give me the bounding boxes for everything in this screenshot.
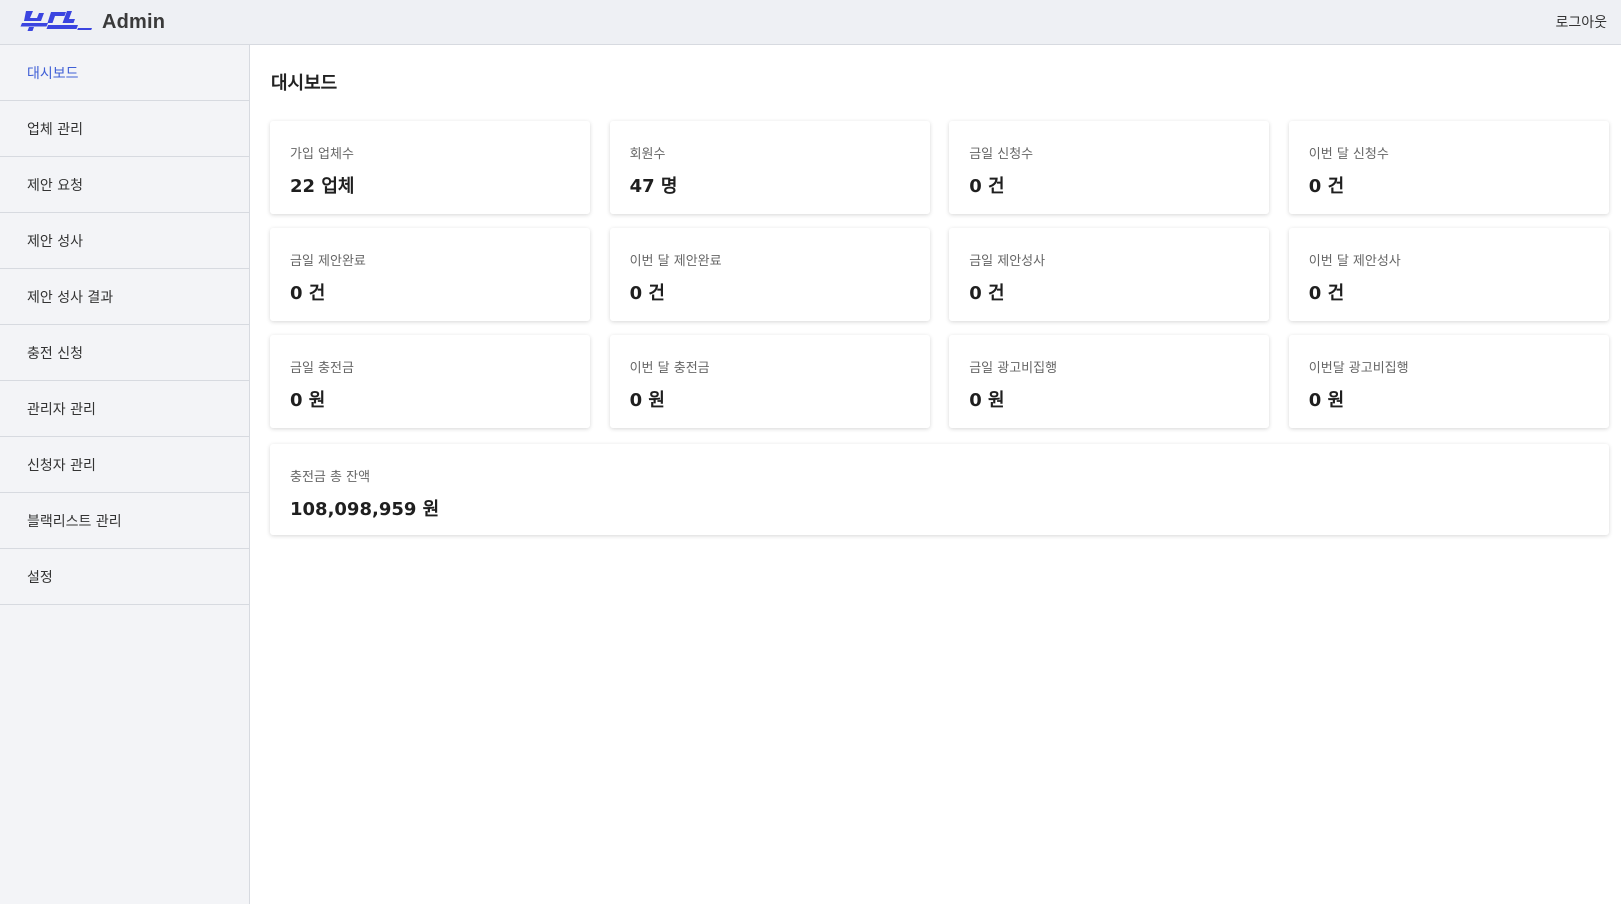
stat-value: 22 업체 bbox=[290, 176, 355, 197]
stat-label: 가입 업체수 bbox=[290, 147, 354, 162]
stat-label: 금일 제안성사 bbox=[969, 254, 1046, 269]
sidebar-item-company-management[interactable]: 업체 관리 bbox=[0, 101, 249, 157]
stat-card: 이번 달 충전금 0 원 bbox=[609, 335, 930, 428]
stat-value: 0 건 bbox=[1308, 283, 1345, 304]
stat-label: 회원수 bbox=[629, 147, 666, 162]
stat-value: 0 원 bbox=[629, 390, 665, 411]
sidebar-item-blacklist-management[interactable]: 블랙리스트 관리 bbox=[0, 493, 249, 549]
sidebar: 대시보드 업체 관리 제안 요청 제안 성사 제안 성사 결과 충전 신청 관리… bbox=[0, 45, 250, 904]
stat-value: 0 건 bbox=[969, 283, 1005, 304]
app-title: Admin bbox=[102, 10, 166, 33]
stat-label: 이번 달 제안성사 bbox=[1308, 254, 1401, 269]
stat-value: 108,098,959 원 bbox=[290, 499, 440, 520]
page-title: 대시보드 bbox=[271, 73, 338, 94]
stat-label: 이번 달 충전금 bbox=[629, 361, 710, 376]
stat-value: 0 건 bbox=[1308, 176, 1345, 197]
stat-value: 0 건 bbox=[969, 176, 1005, 197]
stat-card: 회원수 47 명 bbox=[609, 121, 930, 214]
stat-label: 금일 신청수 bbox=[969, 147, 1034, 162]
stat-card: 금일 충전금 0 원 bbox=[270, 335, 590, 428]
stat-label: 금일 충전금 bbox=[290, 361, 354, 376]
sidebar-item-applicant-management[interactable]: 신청자 관리 bbox=[0, 437, 249, 493]
logout-link[interactable]: 로그아웃 bbox=[1555, 12, 1607, 32]
sidebar-item-admin-management[interactable]: 관리자 관리 bbox=[0, 381, 249, 437]
stat-value: 0 원 bbox=[969, 390, 1005, 411]
stat-card: 금일 제안완료 0 건 bbox=[270, 228, 590, 321]
stats-grid: 가입 업체수 22 업체 회원수 47 명 금일 신청수 0 건 이번 달 신청… bbox=[270, 121, 1609, 535]
stat-label: 충전금 총 잔액 bbox=[290, 470, 371, 485]
stat-card: 이번 달 신청수 0 건 bbox=[1288, 121, 1609, 214]
sidebar-item-proposal-success[interactable]: 제안 성사 bbox=[0, 213, 249, 269]
top-header: Admin 로그아웃 bbox=[0, 0, 1621, 45]
stat-card: 가입 업체수 22 업체 bbox=[270, 121, 590, 214]
sidebar-item-dashboard[interactable]: 대시보드 bbox=[0, 45, 249, 101]
logo-icon bbox=[20, 11, 92, 31]
stat-label: 금일 제안완료 bbox=[290, 254, 366, 269]
stat-card: 금일 광고비집행 0 원 bbox=[949, 335, 1270, 428]
stat-card: 금일 신청수 0 건 bbox=[949, 121, 1270, 214]
stat-card: 이번달 광고비집행 0 원 bbox=[1288, 335, 1609, 428]
stat-card: 금일 제안성사 0 건 bbox=[949, 228, 1270, 321]
stat-value: 47 명 bbox=[629, 176, 678, 197]
stat-card: 이번 달 제안성사 0 건 bbox=[1288, 228, 1609, 321]
stat-label: 이번달 광고비집행 bbox=[1308, 361, 1409, 376]
sidebar-item-charge-requests[interactable]: 충전 신청 bbox=[0, 325, 249, 381]
stat-label: 이번 달 제안완료 bbox=[629, 254, 722, 269]
stat-card: 이번 달 제안완료 0 건 bbox=[609, 228, 930, 321]
stat-value: 0 원 bbox=[290, 390, 326, 411]
stat-value: 0 건 bbox=[290, 283, 326, 304]
brand[interactable]: Admin bbox=[20, 8, 165, 36]
sidebar-item-settings[interactable]: 설정 bbox=[0, 549, 249, 605]
stat-value: 0 원 bbox=[1308, 390, 1345, 411]
sidebar-item-proposal-requests[interactable]: 제안 요청 bbox=[0, 157, 249, 213]
main-content: 대시보드 가입 업체수 22 업체 회원수 47 명 금일 신청수 0 건 이번… bbox=[250, 45, 1621, 904]
stat-label: 금일 광고비집행 bbox=[969, 361, 1058, 376]
sidebar-item-proposal-results[interactable]: 제안 성사 결과 bbox=[0, 269, 249, 325]
stat-label: 이번 달 신청수 bbox=[1308, 147, 1389, 162]
stat-value: 0 건 bbox=[629, 283, 665, 304]
total-balance-card: 충전금 총 잔액 108,098,959 원 bbox=[270, 444, 1609, 535]
